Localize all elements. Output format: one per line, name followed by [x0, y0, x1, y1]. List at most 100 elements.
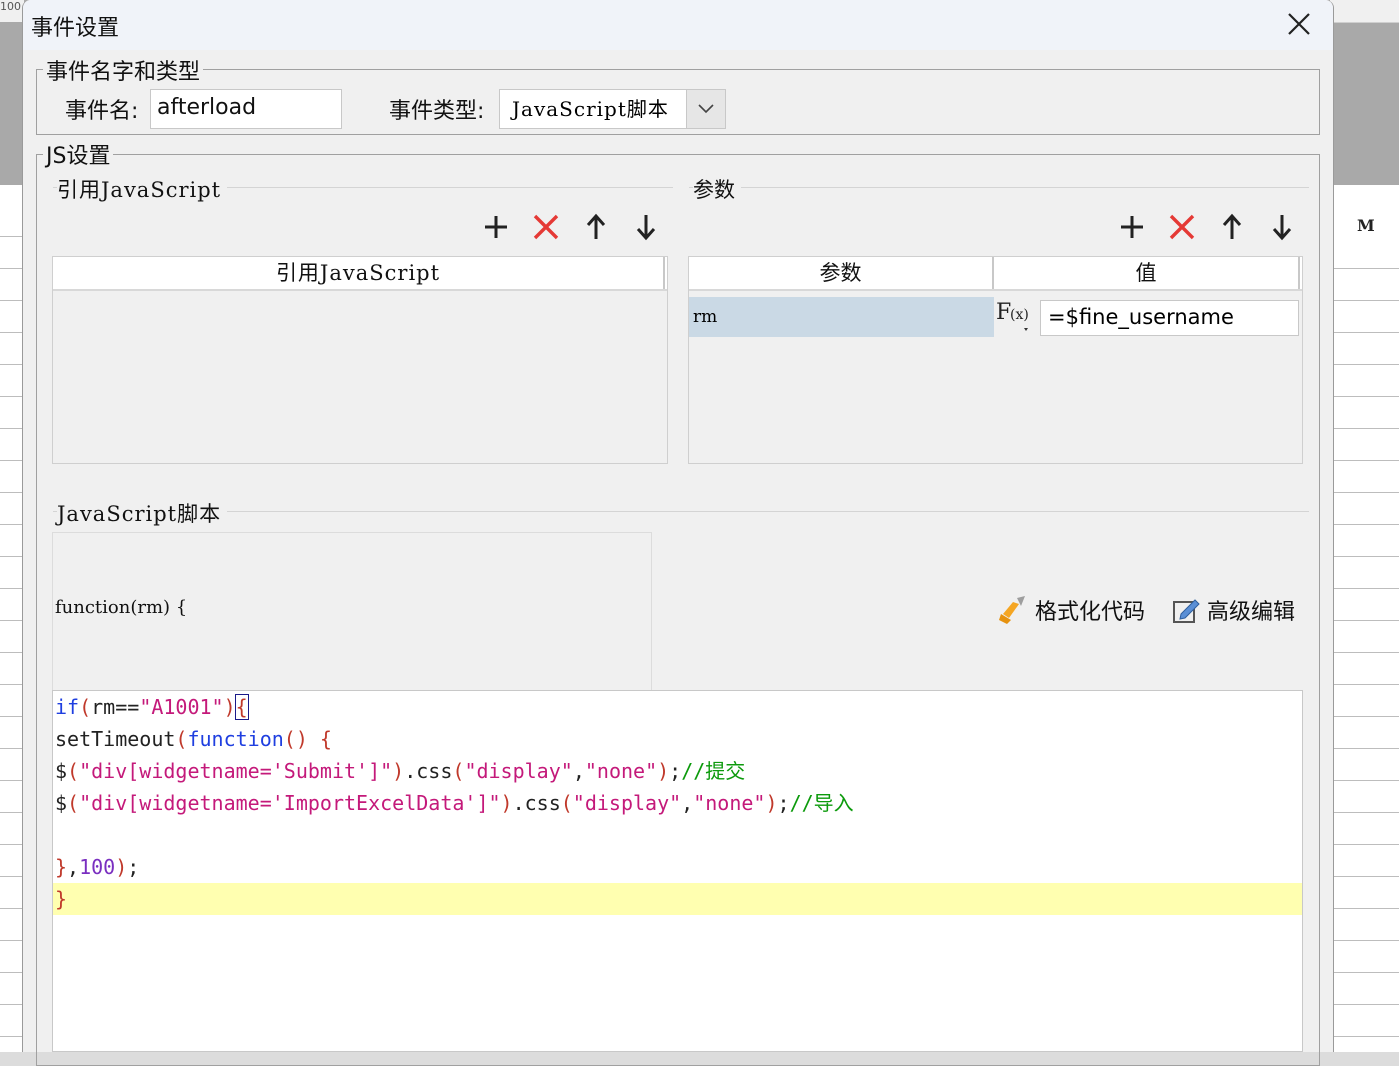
code-token: ): [392, 759, 405, 783]
ref-move-down-button[interactable]: [631, 211, 661, 243]
code-line[interactable]: if(rm=="A1001"){: [53, 691, 1302, 723]
code-token: }: [55, 887, 68, 911]
column-header[interactable]: M: [1331, 207, 1399, 245]
code-line[interactable]: $("div[widgetname='ImportExcelData']").c…: [53, 787, 1302, 819]
code-token: .css: [404, 759, 453, 783]
param-section-title: 参数: [693, 174, 741, 204]
code-token: "display": [572, 791, 682, 815]
code-token: "A1001": [139, 695, 224, 719]
script-section-divider: [53, 511, 1309, 512]
format-code-button[interactable]: 格式化代码: [997, 594, 1145, 626]
move-up-icon: [586, 213, 606, 239]
param-delete-button[interactable]: [1167, 211, 1197, 243]
code-token: ;: [669, 759, 682, 783]
code-token: (: [452, 759, 465, 783]
event-type-label: 事件类型:: [389, 99, 485, 124]
param-value-input[interactable]: =$fine_username: [1040, 300, 1299, 336]
broom-icon: [999, 596, 1025, 624]
code-token: $: [55, 759, 68, 783]
delete-icon: [1169, 214, 1195, 240]
param-add-button[interactable]: [1117, 211, 1147, 243]
svg-text:F: F: [996, 300, 1011, 325]
dialog-titlebar[interactable]: 事件设置: [23, 0, 1333, 50]
param-move-down-button[interactable]: [1267, 211, 1297, 243]
code-token: }: [55, 855, 68, 879]
code-token: rm==: [91, 695, 140, 719]
code-line[interactable]: $("div[widgetname='Submit']").css("displ…: [53, 755, 1302, 787]
add-icon: [1121, 216, 1143, 238]
code-line[interactable]: [53, 819, 1302, 851]
advanced-edit-label: 高级编辑: [1207, 600, 1296, 625]
code-token: () {: [283, 727, 332, 751]
code-line[interactable]: },100);: [53, 851, 1302, 883]
param-move-up-button[interactable]: [1217, 211, 1247, 243]
param-table-header: 参数 值: [689, 257, 1302, 291]
format-code-label: 格式化代码: [1035, 600, 1146, 625]
move-down-icon: [636, 215, 656, 241]
chevron-down-icon: [698, 104, 714, 114]
code-token: "div[widgetname='Submit']": [79, 759, 393, 783]
code-token: (: [67, 791, 80, 815]
event-type-select[interactable]: JavaScript脚本: [499, 89, 726, 129]
event-settings-dialog: 事件设置 事件名字和类型 事件名: afterload 事件类型: JavaSc…: [22, 0, 1334, 1066]
param-table[interactable]: 参数 值 rm F (x) =$fine_username: [688, 256, 1303, 464]
event-name-label: 事件名:: [65, 99, 139, 124]
code-token: {: [234, 694, 249, 720]
edit-icon: [1173, 599, 1200, 623]
code-token: //提交: [681, 759, 746, 783]
formula-button[interactable]: F (x): [994, 297, 1038, 337]
ref-delete-button[interactable]: [531, 211, 561, 243]
move-up-icon: [1222, 213, 1242, 239]
code-token: setTimeout: [55, 727, 176, 751]
event-group-legend: 事件名字和类型: [43, 54, 204, 86]
code-token: ,: [681, 791, 694, 815]
code-token: .css: [512, 791, 561, 815]
code-token: "display": [464, 759, 573, 783]
code-token: $: [55, 791, 68, 815]
event-type-value: JavaScript脚本: [512, 97, 669, 121]
code-token: 100: [79, 855, 116, 879]
code-editor[interactable]: if(rm=="A1001"){setTimeout(function() {$…: [52, 690, 1303, 1052]
code-token: (: [175, 727, 188, 751]
code-token: ): [223, 695, 236, 719]
event-name-input[interactable]: afterload: [150, 89, 342, 129]
code-token: function: [187, 727, 284, 751]
script-section-title: JavaScript脚本: [57, 498, 228, 528]
code-line[interactable]: setTimeout(function() {: [53, 723, 1302, 755]
code-token: //导入: [789, 791, 854, 815]
code-token: ;: [127, 855, 140, 879]
ref-move-up-button[interactable]: [581, 211, 611, 243]
function-signature: function(rm) {: [55, 597, 188, 618]
param-name-column-header[interactable]: 参数: [689, 257, 994, 289]
js-group-legend: JS设置: [43, 138, 114, 170]
ref-js-table[interactable]: 引用JavaScript: [52, 256, 668, 464]
code-token: ,: [67, 855, 80, 879]
code-token: "div[widgetname='ImportExcelData']": [79, 791, 501, 815]
dropdown-button[interactable]: [686, 90, 725, 128]
code-token: "none": [584, 759, 658, 783]
formula-icon: F (x): [996, 300, 1029, 331]
ref-table-header: 引用JavaScript: [53, 257, 667, 291]
close-button[interactable]: [1279, 8, 1319, 42]
advanced-edit-button[interactable]: 高级编辑: [1171, 594, 1295, 626]
svg-text:(x): (x): [1010, 307, 1029, 323]
code-line[interactable]: }: [53, 883, 1302, 915]
code-token: ,: [572, 759, 585, 783]
code-token: ): [765, 791, 778, 815]
code-token: "none": [693, 791, 766, 815]
ruler: [1330, 0, 1399, 23]
add-icon: [485, 216, 507, 238]
code-token: (: [67, 759, 80, 783]
ref-column-header[interactable]: 引用JavaScript: [53, 257, 665, 289]
close-icon: [1288, 13, 1310, 35]
code-token: ): [115, 855, 128, 879]
code-token: ;: [777, 791, 790, 815]
ref-section-title: 引用JavaScript: [57, 174, 228, 204]
param-section-divider: [689, 187, 1309, 188]
ref-add-button[interactable]: [481, 211, 511, 243]
param-value-column-header[interactable]: 值: [994, 257, 1300, 289]
function-signature-area: function(rm) {: [52, 532, 652, 692]
code-token: ): [500, 791, 513, 815]
param-row-name[interactable]: rm: [689, 297, 994, 337]
code-token: (: [560, 791, 573, 815]
